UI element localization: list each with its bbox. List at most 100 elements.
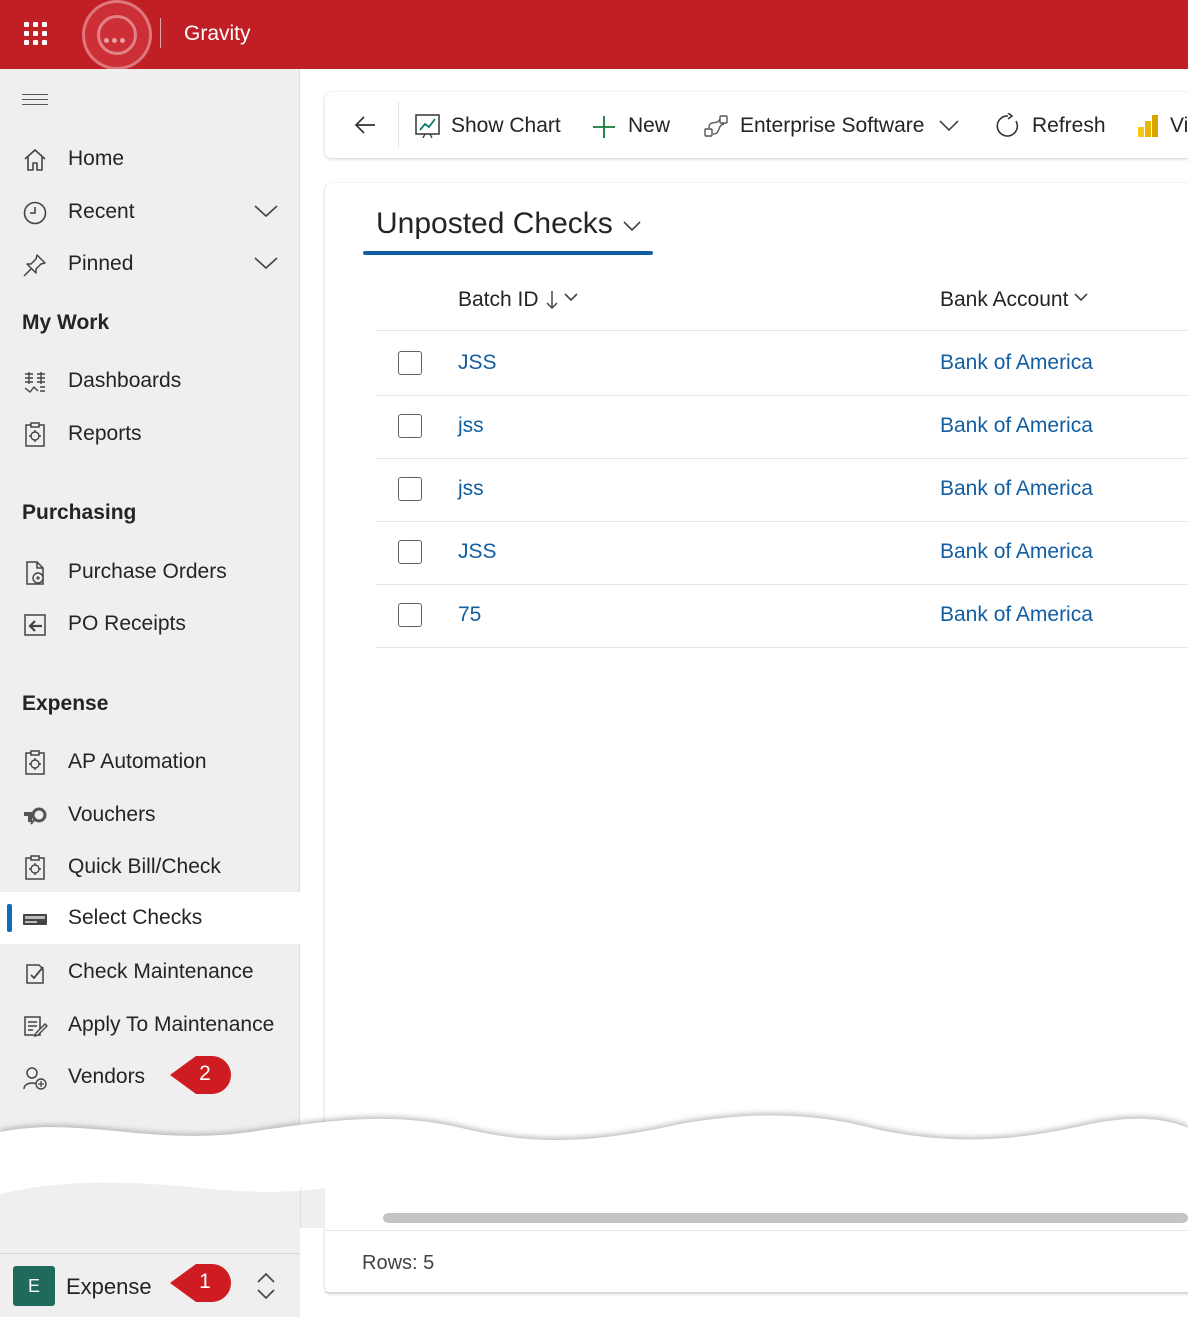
- powerbi-icon: [1138, 115, 1158, 137]
- row-checkbox[interactable]: [398, 351, 422, 375]
- sidebar-item-quick-bill-check[interactable]: Quick Bill/Check: [0, 841, 300, 893]
- sidebar-item-vouchers[interactable]: Vouchers: [0, 789, 300, 841]
- visualize-label: Vi: [1170, 114, 1188, 137]
- quick-bill-icon: [25, 855, 45, 880]
- sidebar-item-label: Purchase Orders: [68, 560, 227, 583]
- sort-descending-icon: [546, 291, 558, 310]
- show-chart-button[interactable]: Show Chart: [415, 110, 565, 142]
- selected-indicator: [7, 904, 12, 932]
- top-bar: Gravity: [0, 0, 1188, 70]
- sidebar-item-vendors[interactable]: Vendors: [0, 1051, 300, 1103]
- table-row[interactable]: jss Bank of America: [375, 457, 1188, 520]
- chevron-down-icon: [1074, 293, 1088, 302]
- back-arrow-icon[interactable]: [353, 113, 377, 137]
- top-bar-divider: [160, 18, 161, 48]
- dashboard-icon: [24, 372, 45, 393]
- chevron-down-icon[interactable]: [254, 256, 278, 270]
- footer-divider-line: [325, 1230, 1188, 1231]
- sidebar-item-label: Vendors: [68, 1065, 146, 1088]
- batch-id-link[interactable]: JSS: [458, 540, 497, 564]
- chevron-up-down-icon[interactable]: [256, 1272, 276, 1300]
- refresh-button[interactable]: Refresh: [995, 110, 1110, 142]
- sidebar-item-home[interactable]: Home: [0, 133, 300, 185]
- row-checkbox[interactable]: [398, 414, 422, 438]
- receipt-icon: [24, 614, 46, 636]
- view-selector-underline: [363, 251, 653, 255]
- area-label: Expense: [66, 1274, 152, 1299]
- sidebar-item-label: Quick Bill/Check: [68, 855, 221, 878]
- column-header-bank-account[interactable]: Bank Account: [940, 288, 1088, 312]
- enterprise-software-flow-button[interactable]: Enterprise Software: [703, 110, 968, 142]
- bank-account-link[interactable]: Bank of America: [940, 351, 1093, 375]
- sidebar-item-label: Home: [68, 147, 125, 170]
- sidebar-item-recent[interactable]: Recent: [0, 186, 300, 238]
- sidebar-item-label: Apply To Maintenance: [68, 1013, 275, 1036]
- row-checkbox[interactable]: [398, 477, 422, 501]
- section-title-my-work: My Work: [22, 311, 110, 334]
- app-window: Gravity Home Recent Pinned My Work Dashb…: [0, 0, 1188, 1317]
- row-checkbox[interactable]: [398, 603, 422, 627]
- area-switcher[interactable]: E Expense: [0, 1253, 300, 1317]
- sidebar-item-label: Dashboards: [68, 369, 182, 392]
- sidebar-item-label: PO Receipts: [68, 612, 186, 635]
- check-maintenance-icon: [26, 964, 44, 984]
- sidebar-item-select-checks[interactable]: Select Checks: [0, 892, 300, 944]
- view-selector[interactable]: Unposted Checks: [376, 207, 613, 241]
- column-header-batch-id[interactable]: Batch ID: [458, 288, 578, 312]
- sidebar-item-label: AP Automation: [68, 750, 207, 773]
- chart-icon: [415, 114, 440, 138]
- horizontal-scrollbar-thumb[interactable]: [383, 1213, 1188, 1223]
- sidebar-item-purchase-orders[interactable]: Purchase Orders: [0, 546, 300, 598]
- column-header-label: Batch ID: [458, 288, 539, 311]
- batch-id-link[interactable]: 75: [458, 603, 481, 627]
- grid-card-bottom-edge: [325, 1292, 1188, 1293]
- new-button[interactable]: New: [591, 110, 676, 142]
- batch-id-link[interactable]: JSS: [458, 351, 497, 375]
- table-row[interactable]: JSS Bank of America: [375, 520, 1188, 583]
- table-row[interactable]: JSS Bank of America: [375, 331, 1188, 394]
- sidebar-item-label: Pinned: [68, 252, 134, 275]
- plus-icon: [593, 116, 615, 138]
- home-icon: [24, 149, 46, 171]
- show-chart-label: Show Chart: [451, 114, 561, 137]
- table-row[interactable]: 75 Bank of America: [375, 583, 1188, 646]
- visualize-button[interactable]: Vi: [1137, 110, 1188, 142]
- sidebar-item-label: Check Maintenance: [68, 960, 254, 983]
- bank-account-link[interactable]: Bank of America: [940, 540, 1093, 564]
- bank-account-link[interactable]: Bank of America: [940, 477, 1093, 501]
- report-icon: [25, 422, 45, 447]
- section-title-purchasing: Purchasing: [22, 501, 137, 524]
- sidebar-item-po-receipts[interactable]: PO Receipts: [0, 598, 300, 650]
- command-bar: Show Chart New Enterprise Software Refre…: [325, 92, 1188, 158]
- hamburger-menu-icon[interactable]: [22, 94, 48, 108]
- enterprise-software-label: Enterprise Software: [740, 114, 925, 137]
- sidebar-item-dashboards[interactable]: Dashboards: [0, 355, 300, 407]
- batch-id-link[interactable]: jss: [458, 477, 484, 501]
- callout-badge-1: 1: [168, 1263, 232, 1303]
- callout-number: 2: [199, 1062, 211, 1085]
- vendor-icon: [23, 1067, 47, 1090]
- batch-id-link[interactable]: jss: [458, 414, 484, 438]
- row-checkbox[interactable]: [398, 540, 422, 564]
- app-launcher-icon[interactable]: [22, 20, 50, 48]
- bank-account-link[interactable]: Bank of America: [940, 603, 1093, 627]
- chevron-down-icon[interactable]: [939, 120, 959, 132]
- view-chevron-down-icon[interactable]: [623, 221, 641, 233]
- sidebar-lower-fill: [0, 1196, 300, 1253]
- check-icon: [23, 914, 47, 925]
- app-title[interactable]: Gravity: [184, 22, 251, 46]
- sidebar-item-ap-automation[interactable]: AP Automation: [0, 736, 300, 788]
- row-count-label: Rows: 5: [362, 1252, 435, 1274]
- column-header-label: Bank Account: [940, 288, 1069, 311]
- bank-account-link[interactable]: Bank of America: [940, 414, 1093, 438]
- callout-number: 1: [199, 1270, 211, 1293]
- pin-icon: [23, 254, 46, 277]
- table-row[interactable]: jss Bank of America: [375, 394, 1188, 457]
- sidebar-item-apply-to-maintenance[interactable]: Apply To Maintenance: [0, 999, 300, 1051]
- sidebar-item-pinned[interactable]: Pinned: [0, 238, 300, 290]
- chevron-down-icon[interactable]: [254, 204, 278, 218]
- gravity-logo: [82, 0, 152, 70]
- sidebar-item-reports[interactable]: Reports: [0, 408, 300, 460]
- refresh-icon: [996, 113, 1019, 137]
- sidebar-item-check-maintenance[interactable]: Check Maintenance: [0, 946, 300, 998]
